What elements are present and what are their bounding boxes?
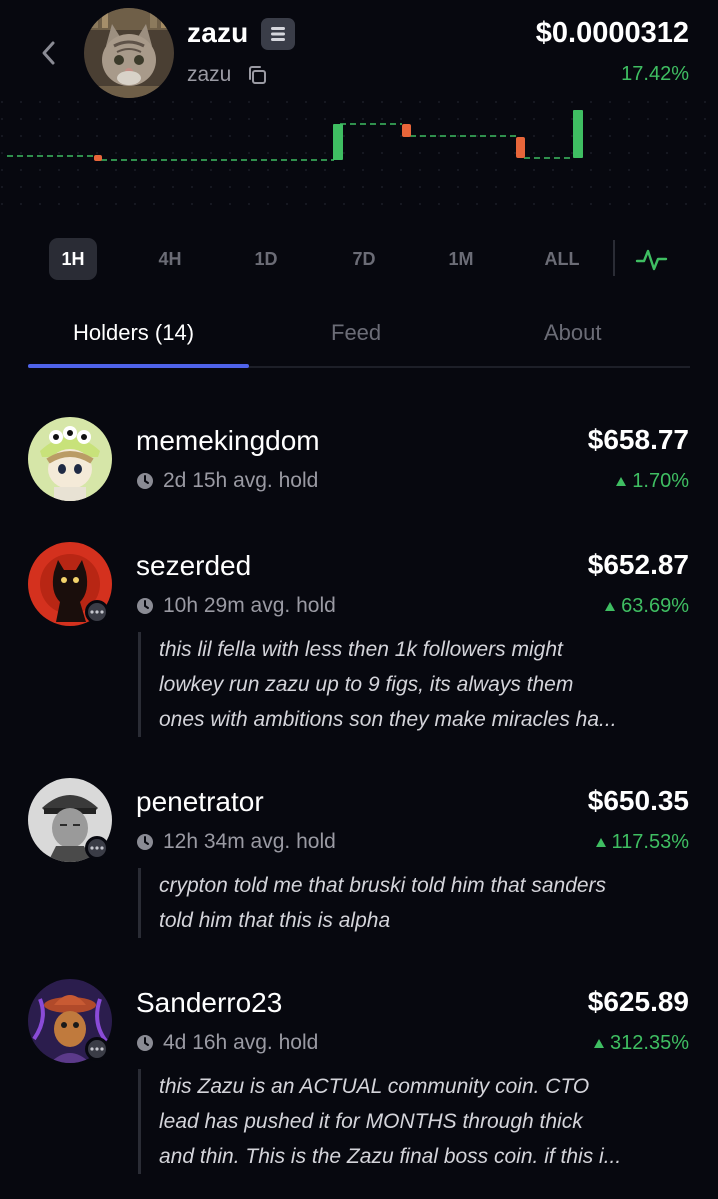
- comment-line: crypton told me that bruski told him tha…: [159, 874, 607, 897]
- holder-comment[interactable]: crypton told me that bruski told him tha…: [138, 868, 698, 938]
- change-text: 312.35%: [610, 1032, 689, 1054]
- hold-text: 12h 34m avg. hold: [163, 830, 336, 853]
- hold-duration: 4d 16h avg. hold: [136, 1031, 318, 1055]
- change-text: 63.69%: [621, 595, 689, 617]
- chat-badge: [85, 836, 109, 860]
- hold-duration: 2d 15h avg. hold: [136, 469, 318, 493]
- holding-change: 63.69%: [605, 595, 689, 618]
- chart-type-toggle[interactable]: [634, 242, 670, 276]
- price-chart: [0, 100, 718, 220]
- holder-comment[interactable]: this Zazu is an ACTUAL community coin. C…: [138, 1069, 698, 1174]
- up-arrow-icon: [605, 602, 616, 611]
- candle: [333, 124, 343, 160]
- hold-duration: 10h 29m avg. hold: [136, 594, 336, 618]
- holder-name[interactable]: sezerded: [136, 550, 251, 582]
- tab-bar: Holders (14) Feed About: [28, 310, 690, 368]
- activity-icon: [635, 249, 668, 271]
- hold-text: 2d 15h avg. hold: [163, 469, 319, 492]
- chat-badge: [85, 1037, 109, 1061]
- up-arrow-icon: [616, 477, 627, 486]
- candle: [402, 124, 411, 137]
- holding-value: $658.77: [587, 424, 689, 455]
- chat-badge: [85, 600, 109, 624]
- chat-icon: [90, 1047, 104, 1051]
- timeframe-1m[interactable]: 1M: [437, 238, 485, 280]
- holding-change: 1.70%: [616, 470, 689, 493]
- tab-about[interactable]: About: [544, 320, 602, 346]
- comment-line: told him that this is alpha: [159, 909, 391, 932]
- candle: [516, 137, 525, 158]
- timeframe-all[interactable]: ALL: [538, 238, 586, 280]
- timeframe-1d[interactable]: 1D: [242, 238, 290, 280]
- holding-value: $650.35: [587, 785, 689, 816]
- holding-change: 312.35%: [594, 1032, 689, 1055]
- price-change: 17.42%: [621, 63, 689, 85]
- comment-line: this Zazu is an ACTUAL community coin. C…: [159, 1075, 590, 1098]
- holder-name[interactable]: memekingdom: [136, 425, 320, 457]
- holder-comment[interactable]: this lil fella with less then 1k followe…: [138, 632, 698, 737]
- menu-lines-icon: [271, 27, 285, 41]
- holding-value: $625.89: [587, 986, 689, 1017]
- clock-icon: [137, 1035, 153, 1051]
- token-avatar: [84, 8, 174, 98]
- clock-icon: [137, 598, 153, 614]
- holder-name[interactable]: penetrator: [136, 786, 264, 818]
- comment-line: this lil fella with less then 1k followe…: [159, 638, 563, 661]
- chat-icon: [90, 610, 104, 614]
- timeframe-1h[interactable]: 1H: [49, 238, 97, 280]
- tab-feed[interactable]: Feed: [331, 320, 381, 346]
- change-text: 1.70%: [632, 470, 689, 492]
- token-name: zazu: [187, 17, 249, 48]
- holding-change: 117.53%: [595, 831, 689, 854]
- copy-icon: [249, 66, 266, 84]
- up-arrow-icon: [594, 1039, 605, 1048]
- clock-icon: [137, 834, 153, 850]
- back-button[interactable]: [34, 36, 62, 70]
- clock-icon: [137, 473, 153, 489]
- timeframe-7d[interactable]: 7D: [340, 238, 388, 280]
- comment-line: lead has pushed it for MONTHS through th…: [159, 1110, 583, 1133]
- holding-value: $652.87: [587, 549, 689, 580]
- chat-icon: [90, 846, 104, 850]
- timeframe-selector: 1H 4H 1D 7D 1M ALL: [0, 238, 718, 280]
- candle: [94, 155, 102, 161]
- comment-line: ones with ambitions son they make miracl…: [159, 708, 617, 731]
- hold-text: 4d 16h avg. hold: [163, 1031, 319, 1054]
- token-price: $0.0000312: [535, 17, 689, 49]
- active-tab-indicator: [28, 364, 249, 368]
- chevron-left-icon: [42, 41, 55, 65]
- avatar: [28, 417, 112, 501]
- timeframe-4h[interactable]: 4H: [146, 238, 194, 280]
- comment-line: lowkey run zazu up to 9 figs, its always…: [159, 673, 574, 696]
- comment-line: and thin. This is the Zazu final boss co…: [159, 1145, 622, 1168]
- hold-text: 10h 29m avg. hold: [163, 594, 336, 617]
- tab-holders[interactable]: Holders (14): [73, 320, 194, 346]
- token-badge: [261, 18, 295, 50]
- token-ticker: zazu: [187, 63, 232, 86]
- holder-name[interactable]: Sanderro23: [136, 987, 282, 1019]
- copy-button[interactable]: [246, 64, 268, 86]
- divider: [613, 240, 615, 276]
- change-text: 117.53%: [611, 831, 689, 853]
- candle: [573, 110, 583, 158]
- hold-duration: 12h 34m avg. hold: [136, 830, 336, 854]
- up-arrow-icon: [595, 838, 606, 847]
